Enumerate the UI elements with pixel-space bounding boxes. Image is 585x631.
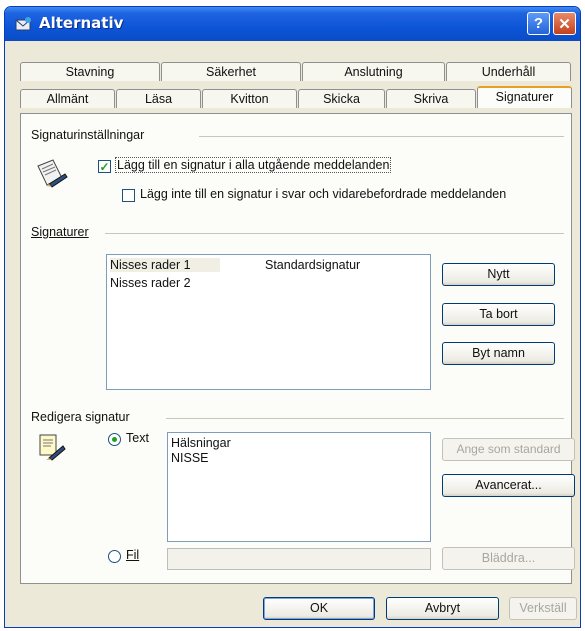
tab-row-back: Stavning Säkerhet Anslutning Underhåll (5, 62, 580, 81)
tab-stavning[interactable]: Stavning (20, 62, 160, 81)
close-button[interactable]: ✕ (553, 12, 576, 35)
browse-button[interactable]: Bläddra... (442, 547, 575, 570)
signature-text-line: NISSE (171, 451, 209, 465)
add-signature-label[interactable]: Lägg till en signatur i alla utgående me… (114, 157, 392, 173)
tab-skicka[interactable]: Skicka (298, 89, 385, 108)
file-radio-label[interactable]: Fil (126, 548, 139, 562)
settings-separator (199, 136, 564, 137)
tab-skriva[interactable]: Skriva (386, 89, 476, 108)
rename-signature-button[interactable]: Byt namn (442, 342, 555, 365)
cancel-button[interactable]: Avbryt (386, 597, 499, 620)
text-radio[interactable] (108, 433, 121, 446)
set-default-button[interactable]: Ange som standard (442, 438, 575, 461)
edit-group-label: Redigera signatur (31, 410, 134, 424)
new-signature-button[interactable]: Nytt (442, 263, 555, 286)
options-dialog: Alternativ ? ✕ Stavning Säkerhet Anslutn… (4, 6, 581, 628)
tab-allmant[interactable]: Allmänt (20, 89, 115, 108)
ok-button[interactable]: OK (263, 597, 375, 620)
tab-kvitton[interactable]: Kvitton (202, 89, 297, 108)
signature-name: Nisses rader 2 (110, 276, 191, 290)
outlook-express-icon (15, 17, 31, 31)
window-title: Alternativ (39, 14, 124, 32)
remove-signature-button[interactable]: Ta bort (442, 303, 555, 326)
signature-text-line: Hälsningar (171, 436, 231, 450)
settings-group-label: Signaturinställningar (31, 128, 149, 142)
no-reply-signature-checkbox[interactable] (122, 189, 135, 202)
no-reply-signature-label[interactable]: Lägg inte till en signatur i svar och vi… (140, 187, 506, 201)
dialog-button-bar: OK Avbryt Verkställ (5, 591, 580, 627)
tab-signaturer[interactable]: Signaturer (477, 86, 572, 108)
signature-pen-icon (37, 159, 68, 188)
add-signature-checkbox[interactable]: ✓ (98, 160, 111, 173)
apply-button[interactable]: Verkställ (509, 597, 577, 620)
text-radio-label[interactable]: Text (126, 431, 149, 445)
help-button[interactable]: ? (527, 12, 550, 35)
edit-separator (166, 418, 564, 419)
title-bar[interactable]: Alternativ ? ✕ (5, 7, 580, 41)
tab-underhall[interactable]: Underhåll (446, 62, 571, 81)
tab-anslutning[interactable]: Anslutning (302, 62, 445, 81)
advanced-button[interactable]: Avancerat... (442, 474, 575, 497)
signature-default-tag: Standardsignatur (265, 258, 361, 272)
file-path-input[interactable] (167, 548, 431, 570)
signatures-tab-panel: Signaturinställningar ✓ Lägg till en sig… (20, 113, 575, 584)
file-radio[interactable] (108, 550, 121, 563)
signature-list[interactable]: Nisses rader 1 Standardsignatur Nisses r… (106, 254, 431, 390)
signature-list-item[interactable]: Nisses rader 1 (110, 258, 220, 272)
tab-lasa[interactable]: Läsa (116, 89, 201, 108)
signatures-group-label: Signaturer (31, 225, 93, 239)
tab-sakerhet[interactable]: Säkerhet (161, 62, 301, 81)
edit-signature-icon (39, 434, 66, 461)
tab-row-front: Allmänt Läsa Kvitton Skicka Skriva Signa… (5, 86, 580, 108)
signature-name: Nisses rader 1 (110, 258, 191, 272)
signatures-separator (105, 233, 564, 234)
signature-text-editor[interactable]: Hälsningar NISSE (167, 432, 431, 542)
signature-list-item[interactable]: Nisses rader 2 (110, 276, 191, 290)
